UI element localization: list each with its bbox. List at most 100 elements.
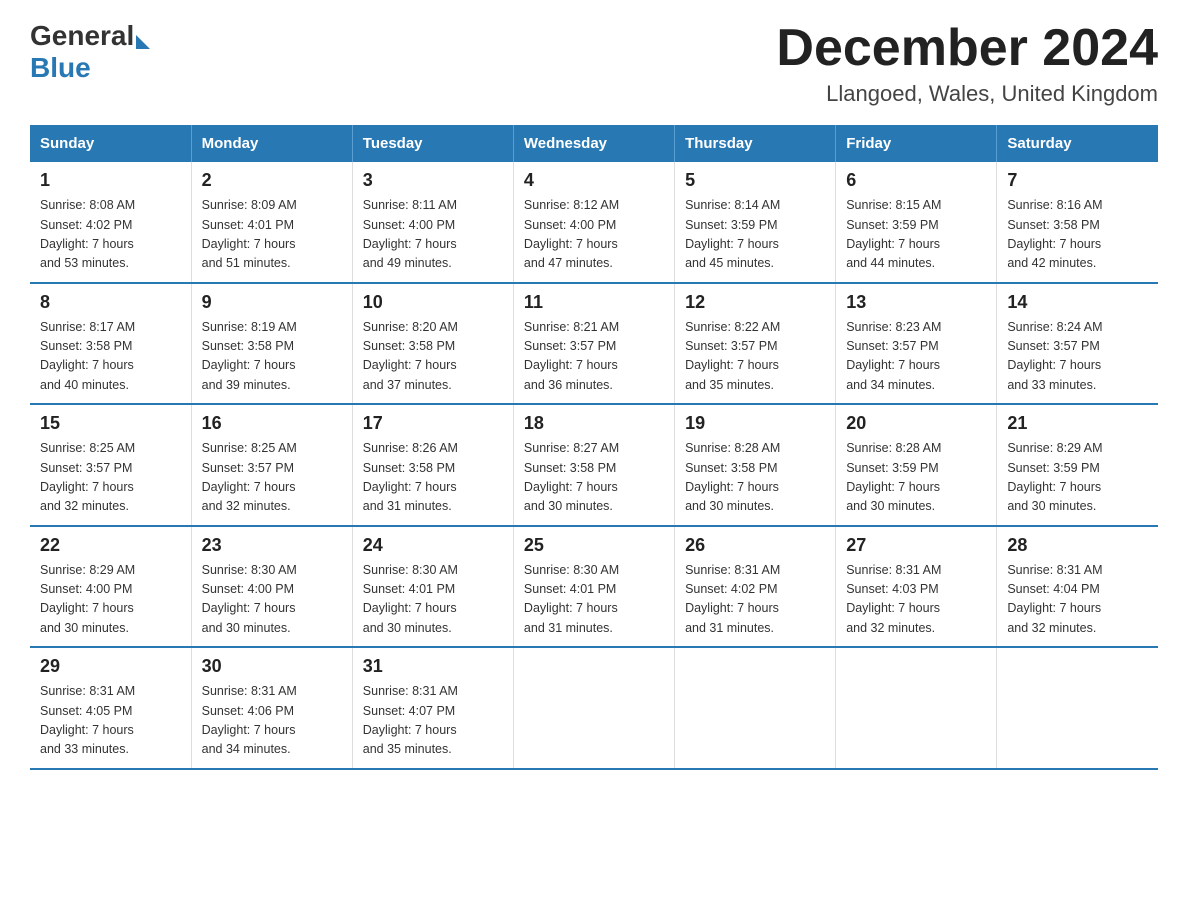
day-info: Sunrise: 8:31 AM Sunset: 4:06 PM Dayligh… xyxy=(202,682,342,760)
day-cell-9: 9 Sunrise: 8:19 AM Sunset: 3:58 PM Dayli… xyxy=(191,283,352,405)
month-title: December 2024 xyxy=(776,20,1158,77)
day-info: Sunrise: 8:11 AM Sunset: 4:00 PM Dayligh… xyxy=(363,196,503,274)
day-number: 19 xyxy=(685,413,825,434)
day-cell-1: 1 Sunrise: 8:08 AM Sunset: 4:02 PM Dayli… xyxy=(30,162,191,283)
day-info: Sunrise: 8:24 AM Sunset: 3:57 PM Dayligh… xyxy=(1007,318,1148,396)
header-saturday: Saturday xyxy=(997,125,1158,162)
day-number: 8 xyxy=(40,292,181,313)
day-number: 26 xyxy=(685,535,825,556)
day-number: 6 xyxy=(846,170,986,191)
day-number: 11 xyxy=(524,292,664,313)
day-number: 21 xyxy=(1007,413,1148,434)
day-info: Sunrise: 8:15 AM Sunset: 3:59 PM Dayligh… xyxy=(846,196,986,274)
day-cell-29: 29 Sunrise: 8:31 AM Sunset: 4:05 PM Dayl… xyxy=(30,647,191,769)
calendar-table: SundayMondayTuesdayWednesdayThursdayFrid… xyxy=(30,125,1158,770)
day-cell-24: 24 Sunrise: 8:30 AM Sunset: 4:01 PM Dayl… xyxy=(352,526,513,648)
day-number: 30 xyxy=(202,656,342,677)
day-info: Sunrise: 8:25 AM Sunset: 3:57 PM Dayligh… xyxy=(202,439,342,517)
empty-cell xyxy=(513,647,674,769)
day-number: 28 xyxy=(1007,535,1148,556)
day-number: 31 xyxy=(363,656,503,677)
empty-cell xyxy=(997,647,1158,769)
day-number: 29 xyxy=(40,656,181,677)
day-cell-13: 13 Sunrise: 8:23 AM Sunset: 3:57 PM Dayl… xyxy=(836,283,997,405)
day-number: 7 xyxy=(1007,170,1148,191)
day-info: Sunrise: 8:12 AM Sunset: 4:00 PM Dayligh… xyxy=(524,196,664,274)
calendar-header-row: SundayMondayTuesdayWednesdayThursdayFrid… xyxy=(30,125,1158,162)
day-number: 20 xyxy=(846,413,986,434)
day-info: Sunrise: 8:19 AM Sunset: 3:58 PM Dayligh… xyxy=(202,318,342,396)
day-number: 2 xyxy=(202,170,342,191)
day-number: 9 xyxy=(202,292,342,313)
day-number: 16 xyxy=(202,413,342,434)
day-cell-5: 5 Sunrise: 8:14 AM Sunset: 3:59 PM Dayli… xyxy=(675,162,836,283)
day-cell-19: 19 Sunrise: 8:28 AM Sunset: 3:58 PM Dayl… xyxy=(675,404,836,526)
day-info: Sunrise: 8:31 AM Sunset: 4:03 PM Dayligh… xyxy=(846,561,986,639)
header-thursday: Thursday xyxy=(675,125,836,162)
day-number: 5 xyxy=(685,170,825,191)
day-number: 15 xyxy=(40,413,181,434)
empty-cell xyxy=(675,647,836,769)
day-cell-21: 21 Sunrise: 8:29 AM Sunset: 3:59 PM Dayl… xyxy=(997,404,1158,526)
day-number: 1 xyxy=(40,170,181,191)
day-info: Sunrise: 8:08 AM Sunset: 4:02 PM Dayligh… xyxy=(40,196,181,274)
logo-arrow-icon xyxy=(136,35,150,49)
week-row-5: 29 Sunrise: 8:31 AM Sunset: 4:05 PM Dayl… xyxy=(30,647,1158,769)
day-cell-3: 3 Sunrise: 8:11 AM Sunset: 4:00 PM Dayli… xyxy=(352,162,513,283)
day-info: Sunrise: 8:30 AM Sunset: 4:01 PM Dayligh… xyxy=(363,561,503,639)
day-number: 23 xyxy=(202,535,342,556)
logo: General Blue xyxy=(30,20,150,84)
day-cell-28: 28 Sunrise: 8:31 AM Sunset: 4:04 PM Dayl… xyxy=(997,526,1158,648)
day-cell-10: 10 Sunrise: 8:20 AM Sunset: 3:58 PM Dayl… xyxy=(352,283,513,405)
day-cell-22: 22 Sunrise: 8:29 AM Sunset: 4:00 PM Dayl… xyxy=(30,526,191,648)
day-info: Sunrise: 8:30 AM Sunset: 4:01 PM Dayligh… xyxy=(524,561,664,639)
day-cell-8: 8 Sunrise: 8:17 AM Sunset: 3:58 PM Dayli… xyxy=(30,283,191,405)
logo-general-text: General xyxy=(30,20,134,52)
day-info: Sunrise: 8:26 AM Sunset: 3:58 PM Dayligh… xyxy=(363,439,503,517)
title-block: December 2024 Llangoed, Wales, United Ki… xyxy=(776,20,1158,107)
day-number: 25 xyxy=(524,535,664,556)
day-info: Sunrise: 8:14 AM Sunset: 3:59 PM Dayligh… xyxy=(685,196,825,274)
day-number: 27 xyxy=(846,535,986,556)
day-cell-12: 12 Sunrise: 8:22 AM Sunset: 3:57 PM Dayl… xyxy=(675,283,836,405)
day-cell-26: 26 Sunrise: 8:31 AM Sunset: 4:02 PM Dayl… xyxy=(675,526,836,648)
day-number: 10 xyxy=(363,292,503,313)
day-number: 17 xyxy=(363,413,503,434)
day-number: 3 xyxy=(363,170,503,191)
header-friday: Friday xyxy=(836,125,997,162)
day-cell-6: 6 Sunrise: 8:15 AM Sunset: 3:59 PM Dayli… xyxy=(836,162,997,283)
day-info: Sunrise: 8:22 AM Sunset: 3:57 PM Dayligh… xyxy=(685,318,825,396)
day-cell-18: 18 Sunrise: 8:27 AM Sunset: 3:58 PM Dayl… xyxy=(513,404,674,526)
location-text: Llangoed, Wales, United Kingdom xyxy=(776,81,1158,107)
header-tuesday: Tuesday xyxy=(352,125,513,162)
day-cell-25: 25 Sunrise: 8:30 AM Sunset: 4:01 PM Dayl… xyxy=(513,526,674,648)
day-number: 24 xyxy=(363,535,503,556)
day-info: Sunrise: 8:27 AM Sunset: 3:58 PM Dayligh… xyxy=(524,439,664,517)
day-info: Sunrise: 8:23 AM Sunset: 3:57 PM Dayligh… xyxy=(846,318,986,396)
day-cell-2: 2 Sunrise: 8:09 AM Sunset: 4:01 PM Dayli… xyxy=(191,162,352,283)
logo-blue-text: Blue xyxy=(30,52,91,84)
week-row-2: 8 Sunrise: 8:17 AM Sunset: 3:58 PM Dayli… xyxy=(30,283,1158,405)
week-row-1: 1 Sunrise: 8:08 AM Sunset: 4:02 PM Dayli… xyxy=(30,162,1158,283)
day-info: Sunrise: 8:21 AM Sunset: 3:57 PM Dayligh… xyxy=(524,318,664,396)
header-sunday: Sunday xyxy=(30,125,191,162)
day-number: 12 xyxy=(685,292,825,313)
day-number: 4 xyxy=(524,170,664,191)
day-info: Sunrise: 8:29 AM Sunset: 3:59 PM Dayligh… xyxy=(1007,439,1148,517)
day-cell-31: 31 Sunrise: 8:31 AM Sunset: 4:07 PM Dayl… xyxy=(352,647,513,769)
day-cell-4: 4 Sunrise: 8:12 AM Sunset: 4:00 PM Dayli… xyxy=(513,162,674,283)
day-number: 13 xyxy=(846,292,986,313)
day-info: Sunrise: 8:25 AM Sunset: 3:57 PM Dayligh… xyxy=(40,439,181,517)
day-cell-16: 16 Sunrise: 8:25 AM Sunset: 3:57 PM Dayl… xyxy=(191,404,352,526)
day-info: Sunrise: 8:17 AM Sunset: 3:58 PM Dayligh… xyxy=(40,318,181,396)
day-cell-14: 14 Sunrise: 8:24 AM Sunset: 3:57 PM Dayl… xyxy=(997,283,1158,405)
day-cell-30: 30 Sunrise: 8:31 AM Sunset: 4:06 PM Dayl… xyxy=(191,647,352,769)
day-info: Sunrise: 8:30 AM Sunset: 4:00 PM Dayligh… xyxy=(202,561,342,639)
day-info: Sunrise: 8:31 AM Sunset: 4:07 PM Dayligh… xyxy=(363,682,503,760)
day-info: Sunrise: 8:28 AM Sunset: 3:59 PM Dayligh… xyxy=(846,439,986,517)
day-number: 14 xyxy=(1007,292,1148,313)
day-number: 18 xyxy=(524,413,664,434)
day-info: Sunrise: 8:31 AM Sunset: 4:04 PM Dayligh… xyxy=(1007,561,1148,639)
day-info: Sunrise: 8:28 AM Sunset: 3:58 PM Dayligh… xyxy=(685,439,825,517)
day-info: Sunrise: 8:31 AM Sunset: 4:02 PM Dayligh… xyxy=(685,561,825,639)
